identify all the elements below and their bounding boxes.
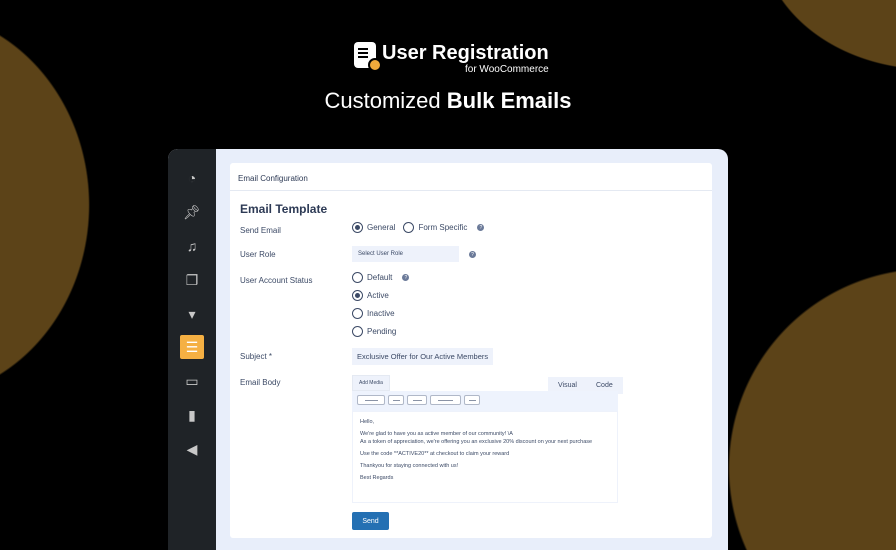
radio-default[interactable] bbox=[352, 272, 363, 283]
body-line: Best Regards bbox=[360, 475, 394, 481]
toolbar-button[interactable] bbox=[464, 395, 480, 405]
archive-icon[interactable]: ▭ bbox=[180, 369, 204, 393]
comments-icon[interactable]: ▾ bbox=[180, 302, 204, 326]
sidebar: ◔ 📌︎ ♫ ❐ ▾ ☰ ▭ ▮ ◀ bbox=[168, 149, 216, 550]
subject-label: Subject * bbox=[240, 352, 273, 361]
toolbar-button[interactable] bbox=[388, 395, 404, 405]
brand-name: User Registration bbox=[382, 42, 549, 64]
body-line: Thankyou for staying connected with us! bbox=[360, 463, 459, 469]
section-title: Email Template bbox=[240, 202, 328, 216]
toolbar-button[interactable] bbox=[357, 395, 385, 405]
radio-pending[interactable] bbox=[352, 326, 363, 337]
media-icon[interactable]: ♫ bbox=[180, 234, 204, 258]
app-window: ◔ 📌︎ ♫ ❐ ▾ ☰ ▭ ▮ ◀ Email Configuration E… bbox=[168, 149, 728, 550]
user-role-select[interactable]: Select User Role bbox=[352, 246, 459, 262]
subject-input[interactable]: Exclusive Offer for Our Active Members bbox=[352, 348, 494, 365]
editor-toolbar bbox=[352, 391, 618, 411]
radio-label: Inactive bbox=[367, 309, 395, 318]
headline: Customized Bulk Emails bbox=[324, 88, 572, 113]
radio-label: Active bbox=[367, 291, 389, 300]
status-label: User Account Status bbox=[240, 276, 313, 285]
radio-inactive[interactable] bbox=[352, 308, 363, 319]
send-email-label: Send Email bbox=[240, 226, 281, 235]
body-line: We're glad to have you as active member … bbox=[360, 431, 513, 437]
add-media-button[interactable]: Add Media bbox=[352, 375, 390, 391]
email-editor: Add Media Visual Code Hello, We're glad … bbox=[352, 375, 623, 503]
radio-label: General bbox=[367, 223, 396, 232]
email-body-textarea[interactable]: Hello, We're glad to have you as active … bbox=[352, 411, 618, 503]
body-line: Use the code **ACTIVE20** at checkout to… bbox=[360, 451, 510, 457]
radio-label: Default bbox=[367, 273, 393, 282]
body-line: Hello, bbox=[360, 419, 375, 425]
dashboard-icon[interactable]: ◔ bbox=[180, 166, 204, 190]
logo-icon bbox=[354, 42, 382, 72]
analytics-icon[interactable]: ▮ bbox=[180, 403, 204, 427]
email-config-card: Email Configuration Email Template Send … bbox=[230, 163, 712, 538]
toolbar-button[interactable] bbox=[430, 395, 461, 405]
card-header: Email Configuration bbox=[230, 163, 712, 191]
toolbar-button[interactable] bbox=[407, 395, 427, 405]
radio-label: Pending bbox=[367, 327, 397, 336]
help-icon[interactable]: ? bbox=[469, 251, 476, 258]
radio-form-specific[interactable] bbox=[403, 222, 415, 233]
pages-icon[interactable]: ❐ bbox=[180, 268, 204, 292]
user-registration-icon[interactable]: ☰ bbox=[180, 335, 204, 359]
radio-label: Form Specific bbox=[418, 223, 468, 232]
megaphone-icon[interactable]: ◀ bbox=[180, 437, 204, 461]
logo: User Registration for WooCommerce bbox=[354, 42, 549, 76]
radio-active[interactable] bbox=[352, 290, 363, 301]
send-button[interactable]: Send bbox=[352, 512, 389, 530]
brand-sub: for WooCommerce bbox=[464, 64, 549, 75]
help-icon[interactable]: ? bbox=[477, 224, 485, 231]
radio-general[interactable] bbox=[352, 222, 363, 233]
help-icon[interactable]: ? bbox=[402, 274, 410, 281]
user-role-label: User Role bbox=[240, 250, 276, 259]
pin-icon[interactable]: 📌︎ bbox=[180, 200, 204, 224]
body-line: As a token of appreciation, we're offeri… bbox=[360, 439, 593, 445]
email-body-label: Email Body bbox=[240, 378, 281, 387]
